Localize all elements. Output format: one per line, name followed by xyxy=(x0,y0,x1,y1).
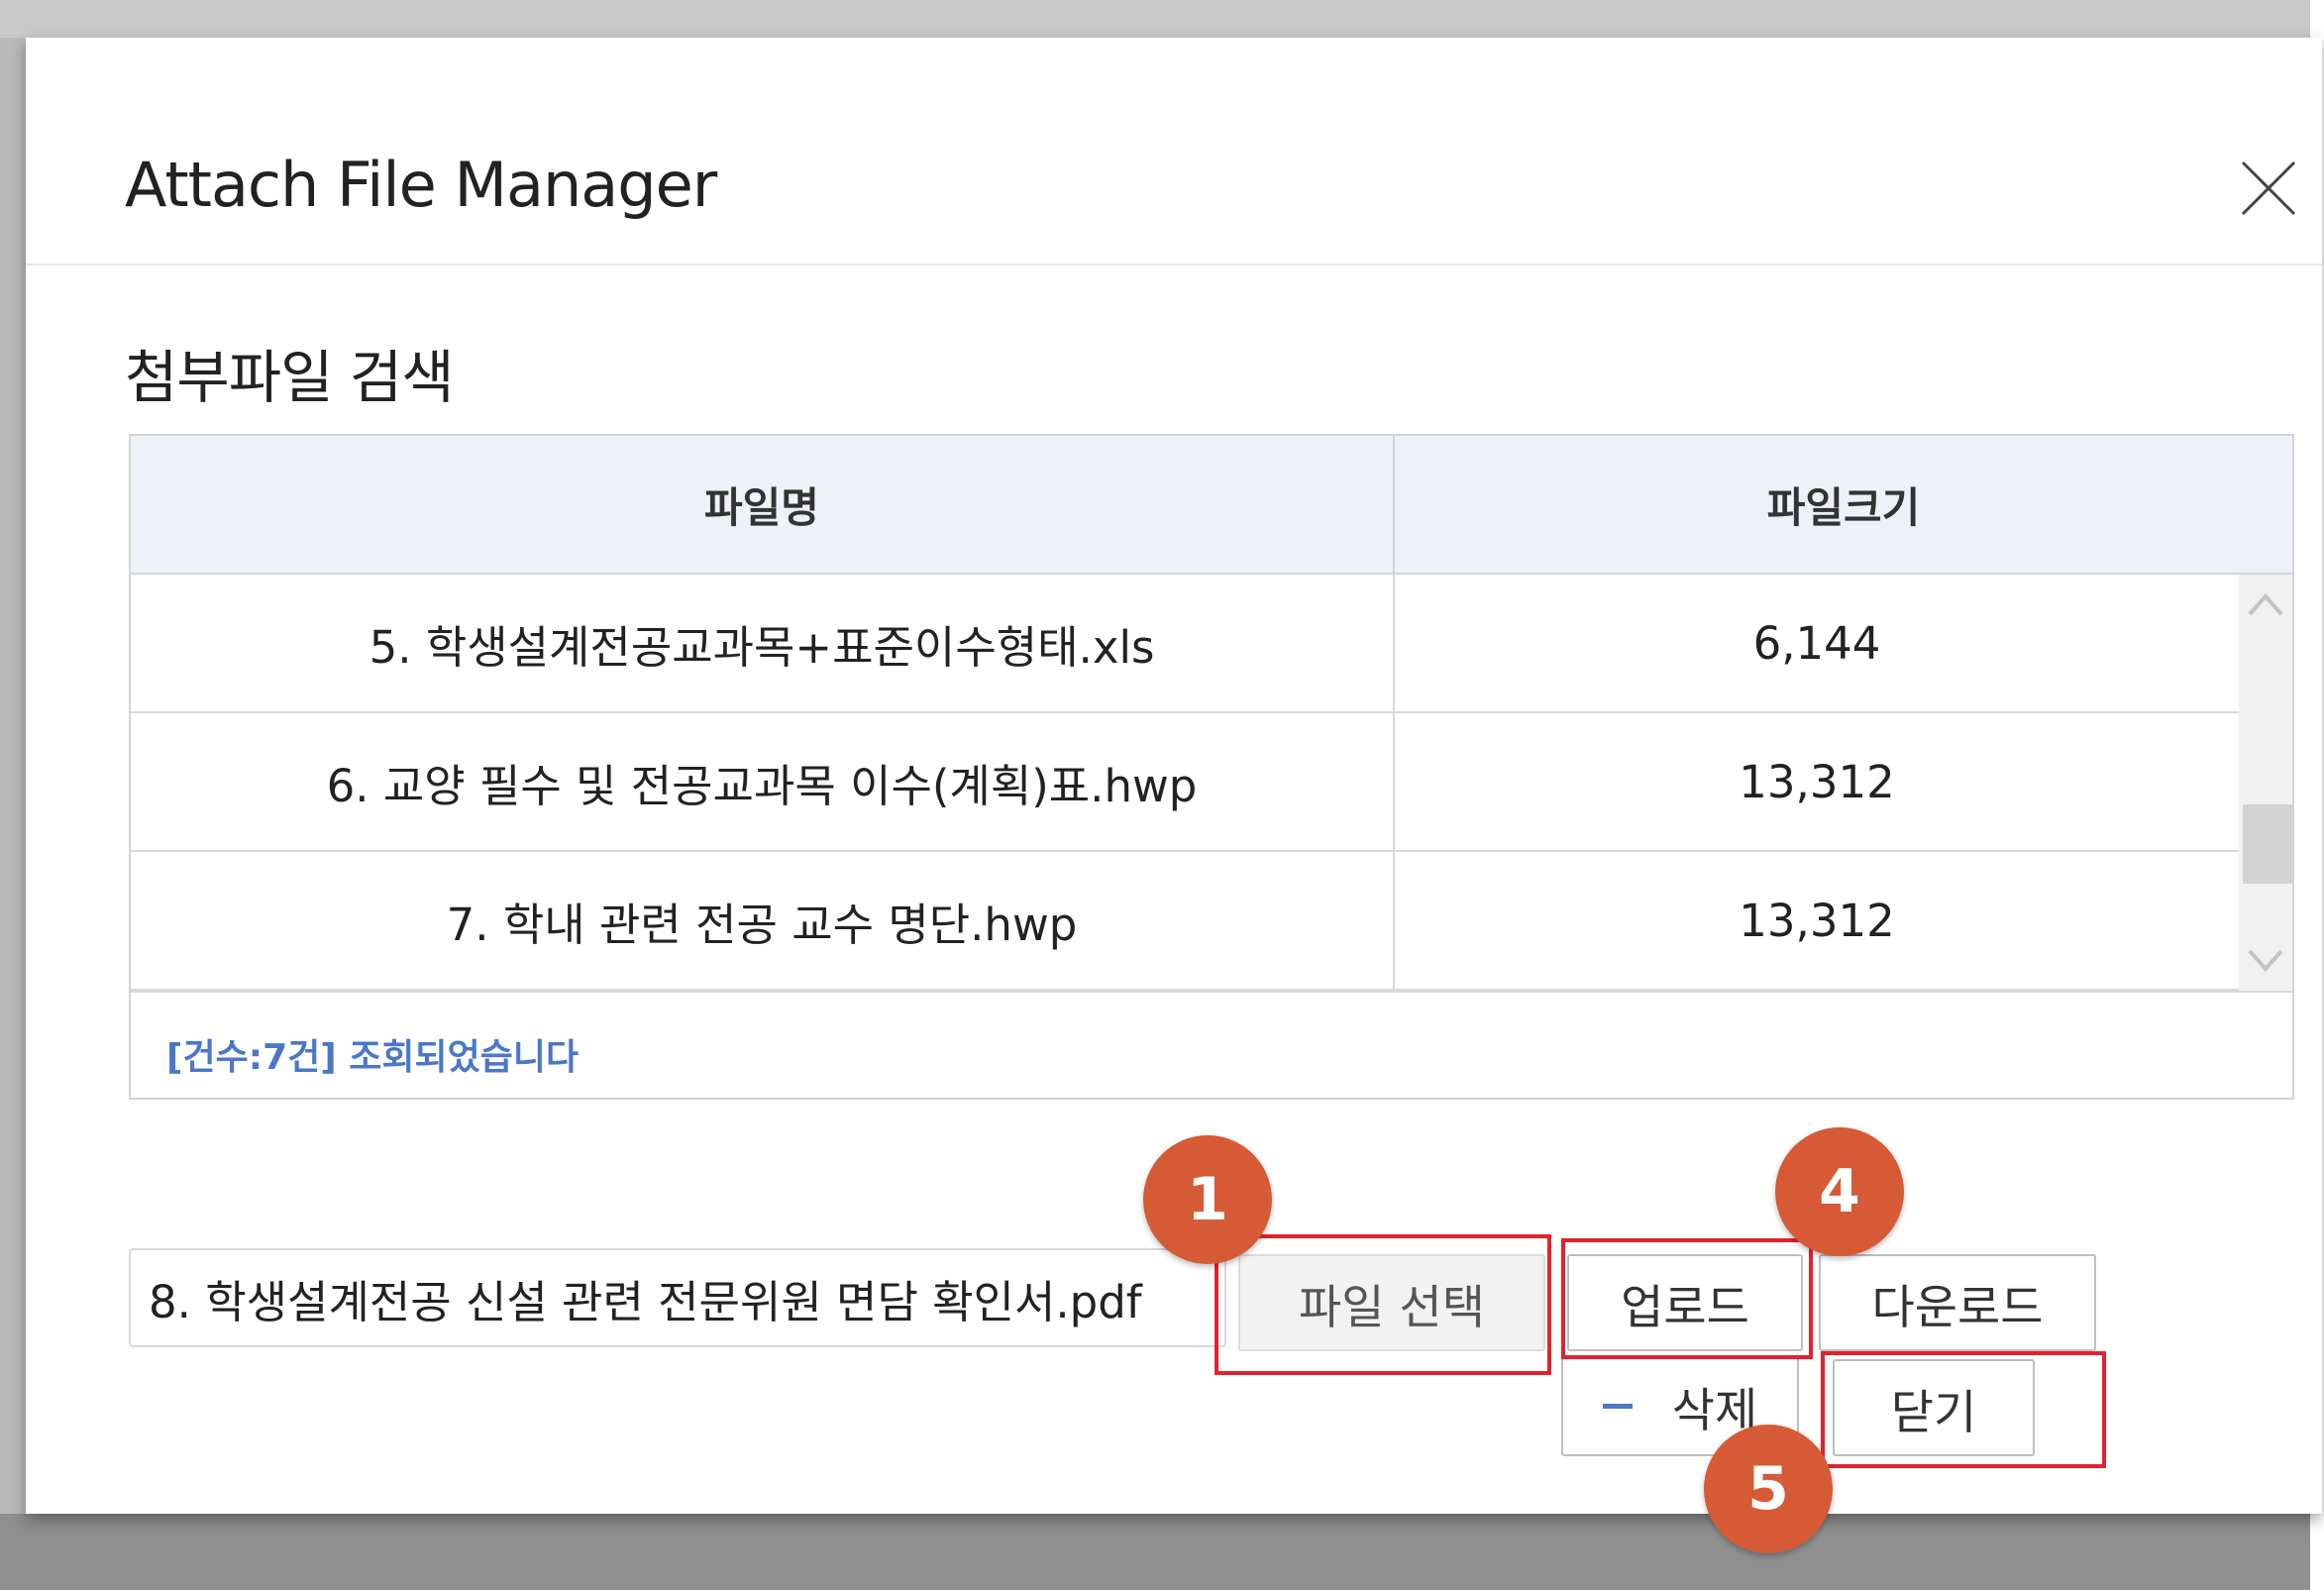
scroll-thumb[interactable] xyxy=(2243,804,2292,884)
background-window-left xyxy=(0,38,26,1514)
grid-header: 파일명 파일크기 xyxy=(131,436,2292,575)
file-size-cell: 13,312 xyxy=(1739,755,1895,808)
column-header-filename[interactable]: 파일명 xyxy=(131,436,1395,573)
file-name-cell: 5. 학생설계전공교과목+표준이수형태.xls xyxy=(131,575,1395,711)
file-grid: 파일명 파일크기 5. 학생설계전공교과목+표준이수형태.xls 6,144 6… xyxy=(129,434,2294,1100)
step-badge-1: 1 xyxy=(1143,1135,1272,1264)
minus-icon xyxy=(1602,1403,1633,1409)
grid-status-bar: [건수:7건] 조회되었습니다 xyxy=(131,991,2292,1098)
table-row[interactable]: 7. 학내 관련 전공 교수 명단.hwp 13,312 xyxy=(131,852,2239,991)
file-name-cell: 6. 교양 필수 및 전공교과목 이수(계획)표.hwp xyxy=(131,713,1395,850)
file-size-cell: 13,312 xyxy=(1739,894,1895,947)
close-icon[interactable] xyxy=(2235,155,2302,222)
table-row[interactable]: 6. 교양 필수 및 전공교과목 이수(계획)표.hwp 13,312 xyxy=(131,713,2239,852)
title-divider xyxy=(26,264,2322,265)
attach-file-manager-dialog: Attach File Manager 첨부파일 검색 파일명 파일크기 5. … xyxy=(26,38,2322,1553)
column-header-filesize[interactable]: 파일크기 xyxy=(1395,436,2292,573)
record-count-status: [건수:7건] 조회되었습니다 xyxy=(166,1037,580,1078)
file-name-cell: 7. 학내 관련 전공 교수 명단.hwp xyxy=(131,852,1395,989)
step-badge-4: 4 xyxy=(1775,1127,1904,1256)
step-badge-5: 5 xyxy=(1704,1425,1833,1553)
download-button[interactable]: 다운로드 xyxy=(1819,1254,2096,1351)
chevron-up-icon[interactable] xyxy=(2239,575,2292,634)
grid-scrollbar[interactable] xyxy=(2239,575,2292,991)
section-title: 첨부파일 검색 xyxy=(125,344,455,411)
dialog-title: Attach File Manager xyxy=(125,149,717,221)
highlight-box-close xyxy=(1821,1351,2106,1468)
file-size-cell: 6,144 xyxy=(1752,616,1881,670)
chevron-down-icon[interactable] xyxy=(2239,931,2292,991)
table-row[interactable]: 5. 학생설계전공교과목+표준이수형태.xls 6,144 xyxy=(131,575,2239,713)
background-window-top xyxy=(0,0,2324,38)
highlight-box-upload xyxy=(1561,1238,1813,1359)
selected-file-field[interactable]: 8. 학생설계전공 신설 관련 전문위원 면담 확인서.pdf xyxy=(129,1248,1226,1347)
highlight-box-select xyxy=(1215,1234,1551,1375)
